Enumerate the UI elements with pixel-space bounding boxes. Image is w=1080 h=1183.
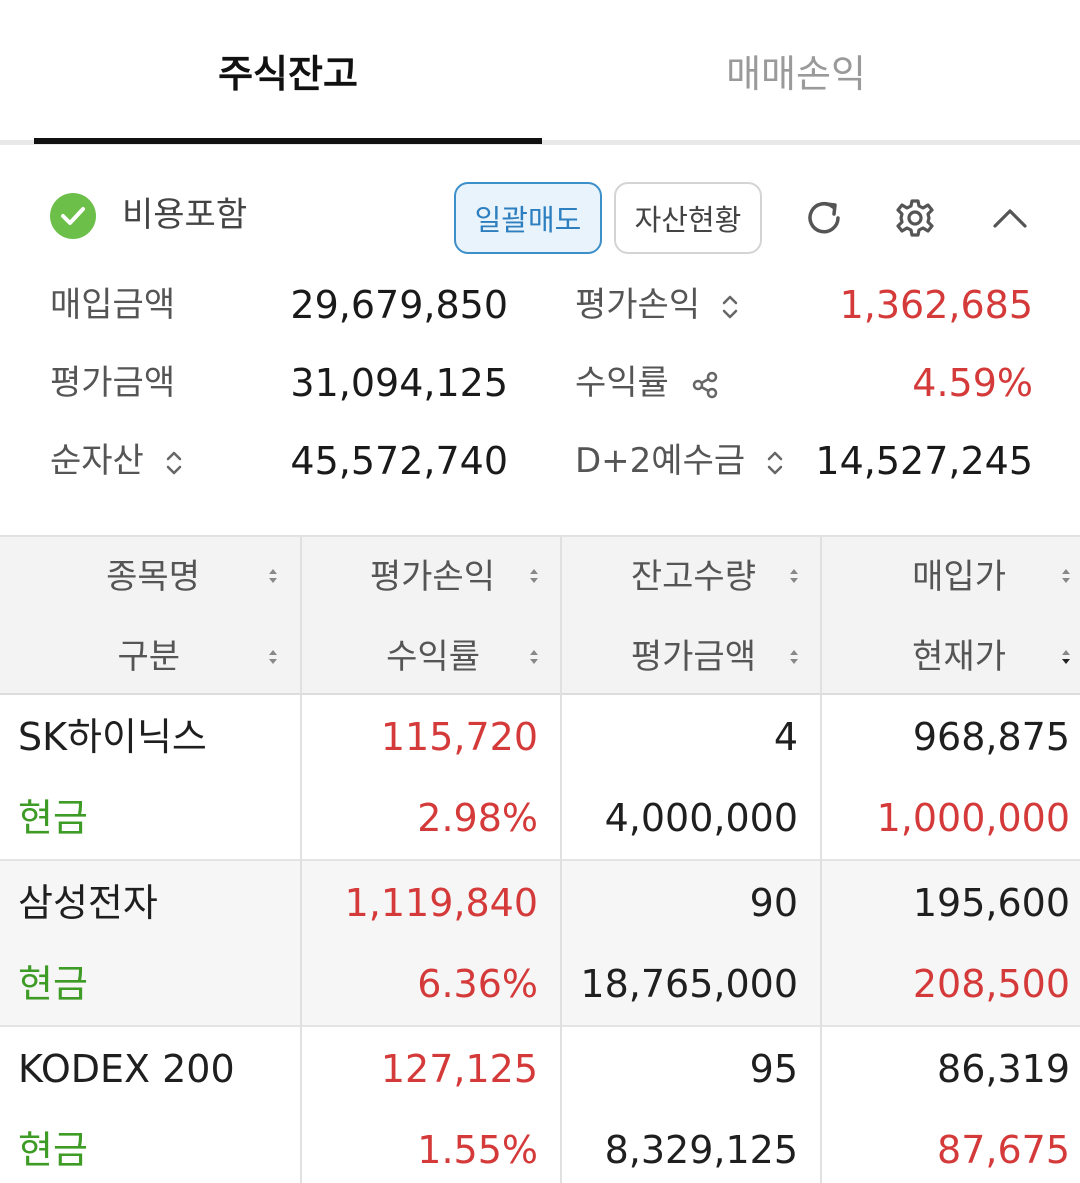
chevron-up-icon[interactable]	[988, 196, 1032, 240]
eval-pl-text: 평가손익	[575, 285, 701, 325]
current-price-cell: 87,675	[937, 1128, 1070, 1172]
net-asset-text: 순자산	[50, 441, 144, 481]
deposit-label[interactable]: D+2예수금	[575, 436, 784, 486]
header-buy-price[interactable]: 매입가	[840, 552, 1006, 602]
eval-pl-cell: 1,119,840	[344, 881, 538, 925]
eval-pl-cell: 127,125	[380, 1047, 538, 1091]
account-type: 현금	[18, 1128, 88, 1172]
purchase-amount-label: 매입금액	[50, 285, 176, 325]
header-type[interactable]: 구분	[60, 632, 180, 682]
toggle-updown-icon[interactable]	[721, 292, 739, 322]
account-type: 현금	[18, 962, 88, 1006]
gear-icon[interactable]	[893, 196, 937, 240]
include-cost-label[interactable]: 비용포함	[122, 192, 247, 238]
sort-icon[interactable]	[1059, 564, 1073, 588]
column-divider	[820, 535, 822, 1183]
quantity-cell: 90	[749, 881, 798, 925]
active-tab-indicator	[34, 138, 542, 144]
return-rate-text: 수익률	[575, 363, 669, 403]
tab-stock-balance[interactable]: 주식잔고	[34, 0, 542, 140]
sort-desc-icon[interactable]	[1059, 645, 1073, 669]
return-rate-value: 4.59%	[912, 361, 1033, 405]
eval-pl-value: 1,362,685	[839, 283, 1033, 327]
sort-icon[interactable]	[527, 645, 541, 669]
account-type: 현금	[18, 796, 88, 840]
column-divider	[560, 535, 562, 1183]
header-eval-pl[interactable]: 평가손익	[320, 552, 495, 602]
eval-pl-label[interactable]: 평가손익	[575, 280, 739, 330]
table-header: 종목명 구분 평가손익 수익률 잔고수량 평가금액 매입가 현재가	[0, 535, 1080, 695]
net-asset-label[interactable]: 순자산	[50, 436, 183, 486]
return-rate-cell: 1.55%	[417, 1128, 538, 1172]
stock-name: 삼성전자	[18, 881, 158, 925]
sort-icon[interactable]	[787, 564, 801, 588]
return-rate-label[interactable]: 수익률	[575, 358, 720, 408]
toggle-updown-icon[interactable]	[165, 448, 183, 478]
column-divider	[300, 535, 302, 1183]
quantity-cell: 4	[773, 715, 798, 759]
table-row[interactable]: KODEX 200 현금 127,125 1.55% 95 8,329,125 …	[0, 1027, 1080, 1183]
eval-amount-cell: 8,329,125	[604, 1128, 798, 1172]
eval-amount-cell: 4,000,000	[604, 796, 798, 840]
sell-all-button[interactable]: 일괄매도	[454, 182, 602, 254]
deposit-value: 14,527,245	[815, 439, 1033, 483]
buy-price-cell: 86,319	[937, 1047, 1070, 1091]
eval-amount-cell: 18,765,000	[580, 962, 798, 1006]
sort-icon[interactable]	[527, 564, 541, 588]
header-stock-name[interactable]: 종목명	[60, 552, 200, 602]
header-return-rate[interactable]: 수익률	[320, 632, 480, 682]
asset-status-button[interactable]: 자산현황	[614, 182, 762, 254]
header-quantity[interactable]: 잔고수량	[580, 552, 756, 602]
quantity-cell: 95	[749, 1047, 798, 1091]
current-price-cell: 208,500	[912, 962, 1070, 1006]
sort-icon[interactable]	[266, 564, 280, 588]
refresh-icon[interactable]	[802, 196, 846, 240]
return-rate-cell: 6.36%	[417, 962, 538, 1006]
buy-price-cell: 195,600	[912, 881, 1070, 925]
stock-name: SK하이닉스	[18, 715, 207, 759]
table-row[interactable]: SK하이닉스 현금 115,720 2.98% 4 4,000,000 968,…	[0, 695, 1080, 861]
return-rate-cell: 2.98%	[417, 796, 538, 840]
header-eval-amount[interactable]: 평가금액	[580, 632, 756, 682]
stock-name: KODEX 200	[18, 1047, 235, 1091]
check-icon[interactable]	[50, 193, 96, 239]
share-icon[interactable]	[690, 370, 720, 400]
eval-pl-cell: 115,720	[380, 715, 538, 759]
net-asset-value: 45,572,740	[290, 439, 508, 483]
table-row[interactable]: 삼성전자 현금 1,119,840 6.36% 90 18,765,000 19…	[0, 861, 1080, 1027]
deposit-text: D+2예수금	[575, 441, 746, 481]
current-price-cell: 1,000,000	[876, 796, 1070, 840]
sort-icon[interactable]	[787, 645, 801, 669]
tab-bar: 주식잔고 매매손익	[0, 0, 1080, 145]
header-current-price[interactable]: 현재가	[840, 632, 1006, 682]
holdings-table: 종목명 구분 평가손익 수익률 잔고수량 평가금액 매입가 현재가 SK하이닉스…	[0, 535, 1080, 1183]
eval-amount-value: 31,094,125	[290, 361, 508, 405]
buy-price-cell: 968,875	[912, 715, 1070, 759]
sort-icon[interactable]	[266, 645, 280, 669]
tab-trade-pl[interactable]: 매매손익	[542, 0, 1050, 140]
purchase-amount-value: 29,679,850	[290, 283, 508, 327]
eval-amount-label: 평가금액	[50, 363, 176, 403]
